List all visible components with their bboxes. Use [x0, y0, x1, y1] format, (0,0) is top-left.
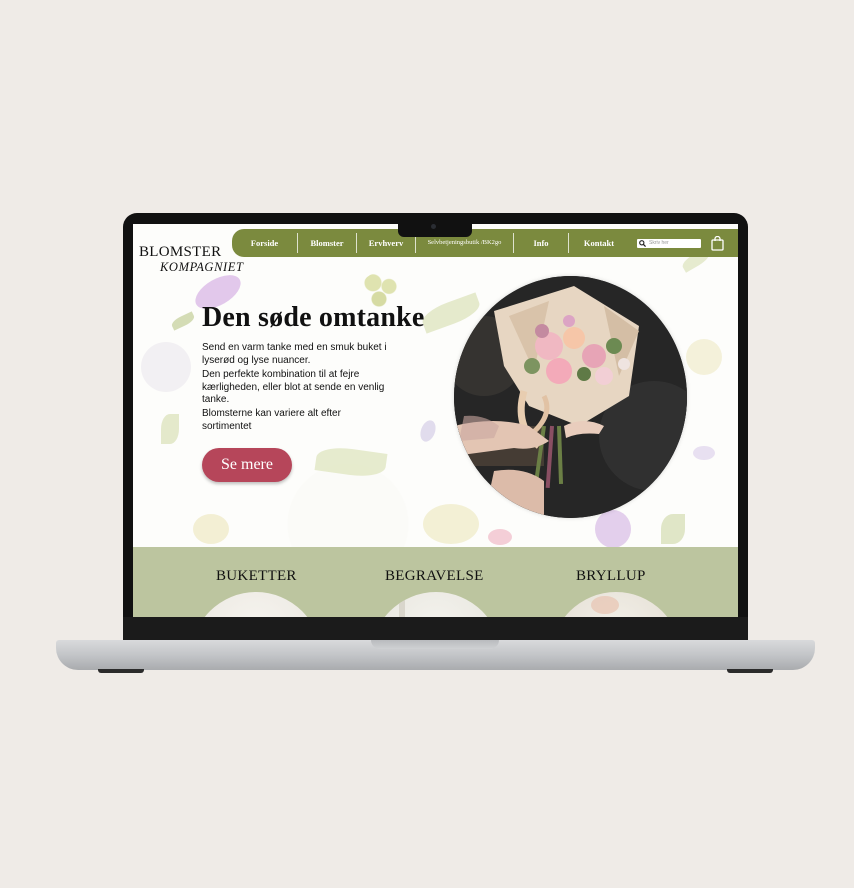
logo-line-bottom: KOMPAGNIET [160, 260, 244, 274]
nav-item-info[interactable]: Info [514, 233, 569, 253]
lilac-decoration [141, 342, 191, 392]
laptop-foot-left [98, 669, 144, 673]
yellow-blossom-decoration [193, 514, 229, 544]
se-mere-button[interactable]: Se mere [202, 448, 292, 482]
pink-blossom-decoration [488, 529, 512, 545]
leaf-decoration [314, 444, 388, 480]
hero-bouquet-image [454, 276, 687, 518]
category-title-buketter[interactable]: BUKETTER [216, 568, 297, 585]
laptop-chin [123, 617, 748, 641]
laptop-foot-right [727, 669, 773, 673]
leaf-decoration [170, 311, 196, 331]
shopping-bag-icon[interactable] [711, 235, 724, 251]
yellow-blossom-decoration [423, 504, 479, 544]
hero-paragraph: Den perfekte kombination til at fejre kæ… [202, 369, 385, 405]
leaf-decoration [419, 292, 483, 334]
nav-item-forside[interactable]: Forside [232, 233, 298, 253]
camera-icon [431, 224, 436, 229]
nav-item-blomster[interactable]: Blomster [298, 233, 357, 253]
decor-stem [399, 600, 405, 617]
category-title-bryllup[interactable]: BRYLLUP [576, 568, 646, 585]
brand-logo[interactable]: BLOMSTER KOMPAGNIET [139, 244, 244, 275]
category-image-begravelse[interactable] [371, 592, 501, 617]
yellow-blossom-decoration [686, 339, 722, 375]
camera-notch [398, 221, 472, 237]
laptop-base-groove [371, 640, 499, 649]
logo-line-top: BLOMSTER [139, 244, 222, 260]
leaf-decoration [661, 514, 685, 544]
lilac-decoration [417, 418, 439, 444]
hero-title: Den søde omtanke [202, 302, 425, 333]
website-screen: BLOMSTER KOMPAGNIET Forside Blomster Erv… [133, 224, 738, 617]
nav-item-kontakt[interactable]: Kontakt [569, 233, 629, 253]
laptop-base [56, 640, 815, 670]
search-input[interactable]: Skriv her [637, 238, 701, 248]
bouquet-illustration [454, 276, 687, 518]
category-section: BUKETTER BEGRAVELSE BRYLLUP [133, 547, 738, 617]
hero-paragraph: Blomsterne kan variere alt efter sortime… [202, 408, 341, 432]
category-title-begravelse[interactable]: BEGRAVELSE [385, 568, 484, 585]
main-navigation: Forside Blomster Ervhverv Selvbetjenings… [232, 229, 738, 257]
category-image-bryllup[interactable] [551, 592, 681, 617]
lilac-decoration [693, 446, 715, 460]
hero-paragraph: Send en varm tanke med en smuk buket i l… [202, 342, 387, 366]
category-image-buketter[interactable] [191, 592, 321, 617]
search-icon [639, 239, 646, 247]
search-placeholder: Skriv her [649, 240, 669, 246]
decor-blossom [591, 596, 619, 614]
leaf-decoration [161, 414, 179, 444]
lilac-decoration [595, 510, 631, 548]
